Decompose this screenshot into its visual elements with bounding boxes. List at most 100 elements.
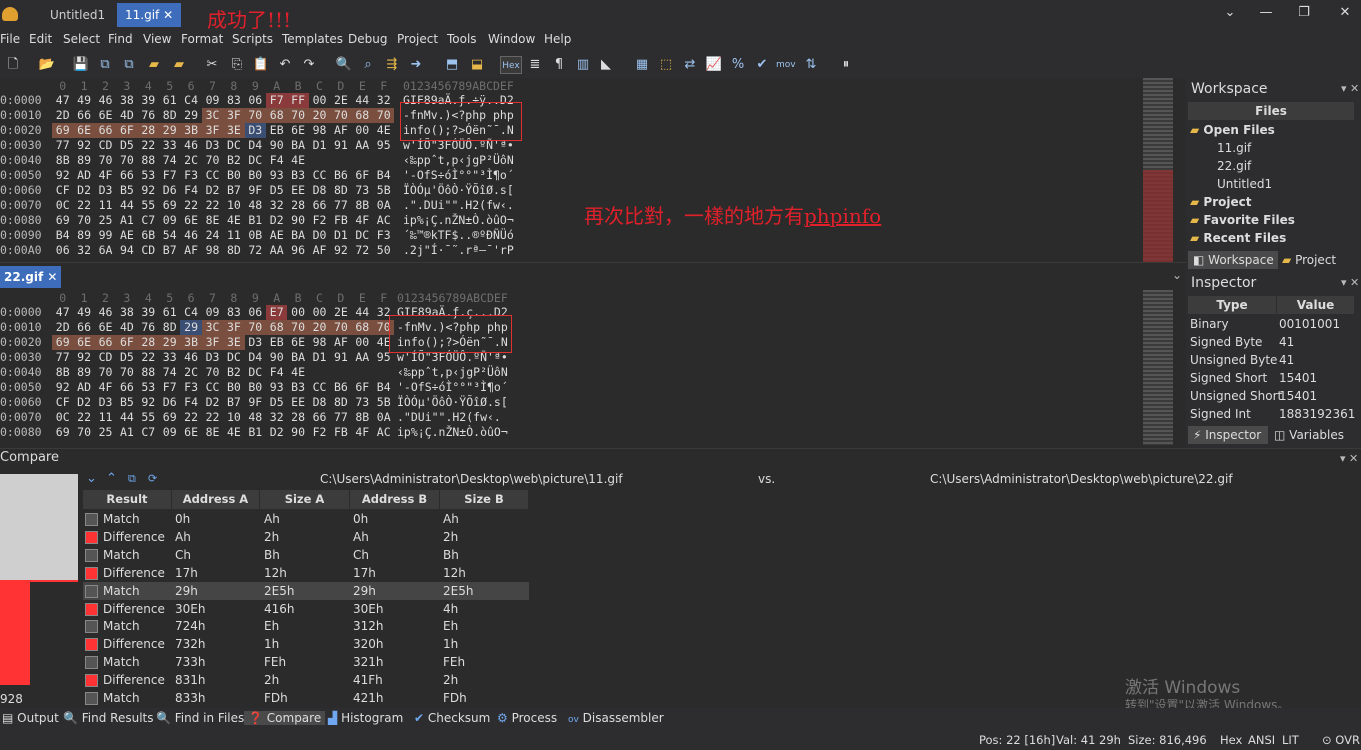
hex-byte[interactable]	[373, 365, 394, 380]
hex-byte[interactable]: 55	[138, 198, 159, 213]
hex-byte[interactable]: 70	[287, 108, 309, 123]
hex-byte[interactable]: 68	[266, 108, 288, 123]
hex-byte[interactable]: C4	[180, 93, 201, 108]
folder-open-icon[interactable]: ▰	[170, 56, 188, 74]
tab-compare[interactable]: ❓ Compare	[244, 711, 326, 725]
find-replace-icon[interactable]: ⌕	[359, 56, 377, 74]
hex-byte[interactable]: 92	[73, 350, 94, 365]
hex-byte[interactable]: AC	[373, 425, 394, 440]
hex-byte[interactable]: EB	[266, 123, 287, 138]
hex-byte[interactable]: 69	[52, 335, 74, 350]
bookmark-next-icon[interactable]: ⬓	[468, 56, 486, 74]
hex-byte[interactable]: 3F	[223, 108, 245, 123]
hex-byte[interactable]: 32	[373, 93, 394, 108]
hex-byte[interactable]: 55	[138, 410, 159, 425]
hex-byte[interactable]: 29	[159, 123, 181, 138]
hex-byte[interactable]: 9F	[245, 183, 266, 198]
tab-inspector[interactable]: ⚡ Inspector	[1188, 426, 1268, 444]
hex-byte[interactable]: D2	[73, 395, 94, 410]
hex-byte[interactable]: 53	[138, 168, 159, 183]
hex-byte[interactable]: C4	[180, 305, 201, 320]
hex-byte[interactable]: CF	[52, 183, 73, 198]
menu-project[interactable]: Project	[397, 32, 438, 46]
minimize-icon[interactable]: —	[1256, 5, 1276, 23]
hex-byte[interactable]: 66	[73, 320, 94, 335]
hex-byte[interactable]: 66	[309, 198, 330, 213]
hex-byte[interactable]: AE	[266, 228, 287, 243]
next-diff-icon[interactable]: ⌄	[86, 471, 97, 486]
hex-byte[interactable]: CF	[52, 395, 73, 410]
hex-byte[interactable]: 94	[116, 243, 137, 258]
hex-byte[interactable]: 6F	[352, 380, 373, 395]
tab-project[interactable]: ▰ Project	[1282, 251, 1336, 269]
hex-byte[interactable]: 8D	[330, 395, 351, 410]
hex-byte[interactable]: 90	[266, 138, 287, 153]
hex-byte[interactable]: 92	[330, 243, 351, 258]
compare-overview[interactable]	[0, 474, 78, 689]
hex-byte[interactable]: 3C	[201, 320, 224, 335]
hex-byte[interactable]: 76	[138, 320, 159, 335]
hex-byte[interactable]: CC	[202, 168, 223, 183]
hex-byte[interactable]: 38	[116, 93, 137, 108]
hex-byte[interactable]: D3	[202, 138, 223, 153]
hex-byte[interactable]: 20	[308, 108, 331, 123]
hex-byte[interactable]: 70	[244, 320, 266, 335]
hex-byte[interactable]: 73	[352, 183, 373, 198]
hex-byte[interactable]: 70	[95, 365, 116, 380]
hex-byte[interactable]: 6F	[116, 123, 138, 138]
hex-byte[interactable]: FF	[287, 93, 309, 108]
hex-byte[interactable]: A1	[116, 425, 137, 440]
menu-tools[interactable]: Tools	[447, 32, 477, 46]
hex-byte[interactable]: C7	[138, 425, 159, 440]
hex-byte[interactable]: DC	[245, 365, 266, 380]
hex-byte[interactable]: B1	[245, 425, 266, 440]
hex-byte[interactable]: 44	[352, 305, 373, 320]
hex-byte[interactable]: 44	[116, 198, 137, 213]
hex-byte[interactable]: 89	[73, 365, 94, 380]
col-address-b[interactable]: Address B	[350, 490, 440, 509]
hex-byte[interactable]	[373, 153, 394, 168]
col-size-b[interactable]: Size B	[440, 490, 529, 509]
hex-byte[interactable]: 46	[95, 93, 116, 108]
hex-byte[interactable]: 22	[202, 198, 223, 213]
hex-byte[interactable]: 66	[73, 108, 94, 123]
hex-byte[interactable]: D3	[244, 123, 266, 138]
hex-byte[interactable]: AA	[352, 138, 373, 153]
recent-files-node[interactable]: ▰ Recent Files	[1190, 231, 1286, 245]
open-file-item[interactable]: 11.gif	[1217, 141, 1251, 155]
inspector-row[interactable]: Binary 00101001	[1190, 317, 1354, 335]
hex-byte[interactable]	[330, 153, 351, 168]
hex-byte[interactable]: 77	[330, 198, 351, 213]
menu-select[interactable]: Select	[63, 32, 100, 46]
tab-histogram[interactable]: ▟ Histogram	[328, 711, 403, 725]
hex-byte[interactable]: 11	[223, 228, 244, 243]
hex-byte[interactable]: F7	[159, 168, 180, 183]
hex-byte[interactable]: 4D	[116, 108, 137, 123]
ascii-text[interactable]: '-OfS÷óÌ°°"³Ì¶o´	[403, 168, 514, 182]
inspector-row[interactable]: Signed Int 1883192361	[1190, 407, 1355, 425]
compare-row[interactable]: Difference Ah 2h Ah 2h	[83, 528, 529, 546]
hex-byte[interactable]: 76	[138, 108, 159, 123]
hex-byte[interactable]: 6E	[180, 425, 201, 440]
hex-byte[interactable]: AF	[309, 243, 330, 258]
ascii-text[interactable]: ‹‰ppˆt,p‹jgP²ÜôN	[397, 365, 508, 379]
hex-byte[interactable]: 6E	[73, 335, 95, 350]
hex-byte[interactable]: 99	[95, 228, 116, 243]
open-file-item[interactable]: 22.gif	[1217, 159, 1251, 173]
hex-byte[interactable]: 6F	[116, 335, 138, 350]
histogram-icon[interactable]: 📈	[705, 56, 723, 74]
hex-byte[interactable]: BA	[287, 350, 308, 365]
hex-byte[interactable]: 4D	[116, 320, 137, 335]
hex-byte[interactable]: D2	[266, 425, 287, 440]
hex-byte[interactable]: 72	[245, 243, 266, 258]
inspector-row[interactable]: Unsigned Byte 41	[1190, 353, 1354, 371]
hex-byte[interactable]: 4F	[95, 380, 116, 395]
hex-byte[interactable]: 4F	[352, 425, 373, 440]
tab-variables[interactable]: ◫ Variables	[1274, 426, 1344, 444]
close-icon[interactable]: ✕	[163, 8, 173, 22]
inspector-row[interactable]: Signed Byte 41	[1190, 335, 1354, 353]
hex-byte[interactable]: DC	[352, 228, 373, 243]
hex-byte[interactable]: 6E	[95, 108, 116, 123]
hex-byte[interactable]: 29	[180, 320, 202, 335]
save-icon[interactable]: 💾	[72, 56, 90, 74]
